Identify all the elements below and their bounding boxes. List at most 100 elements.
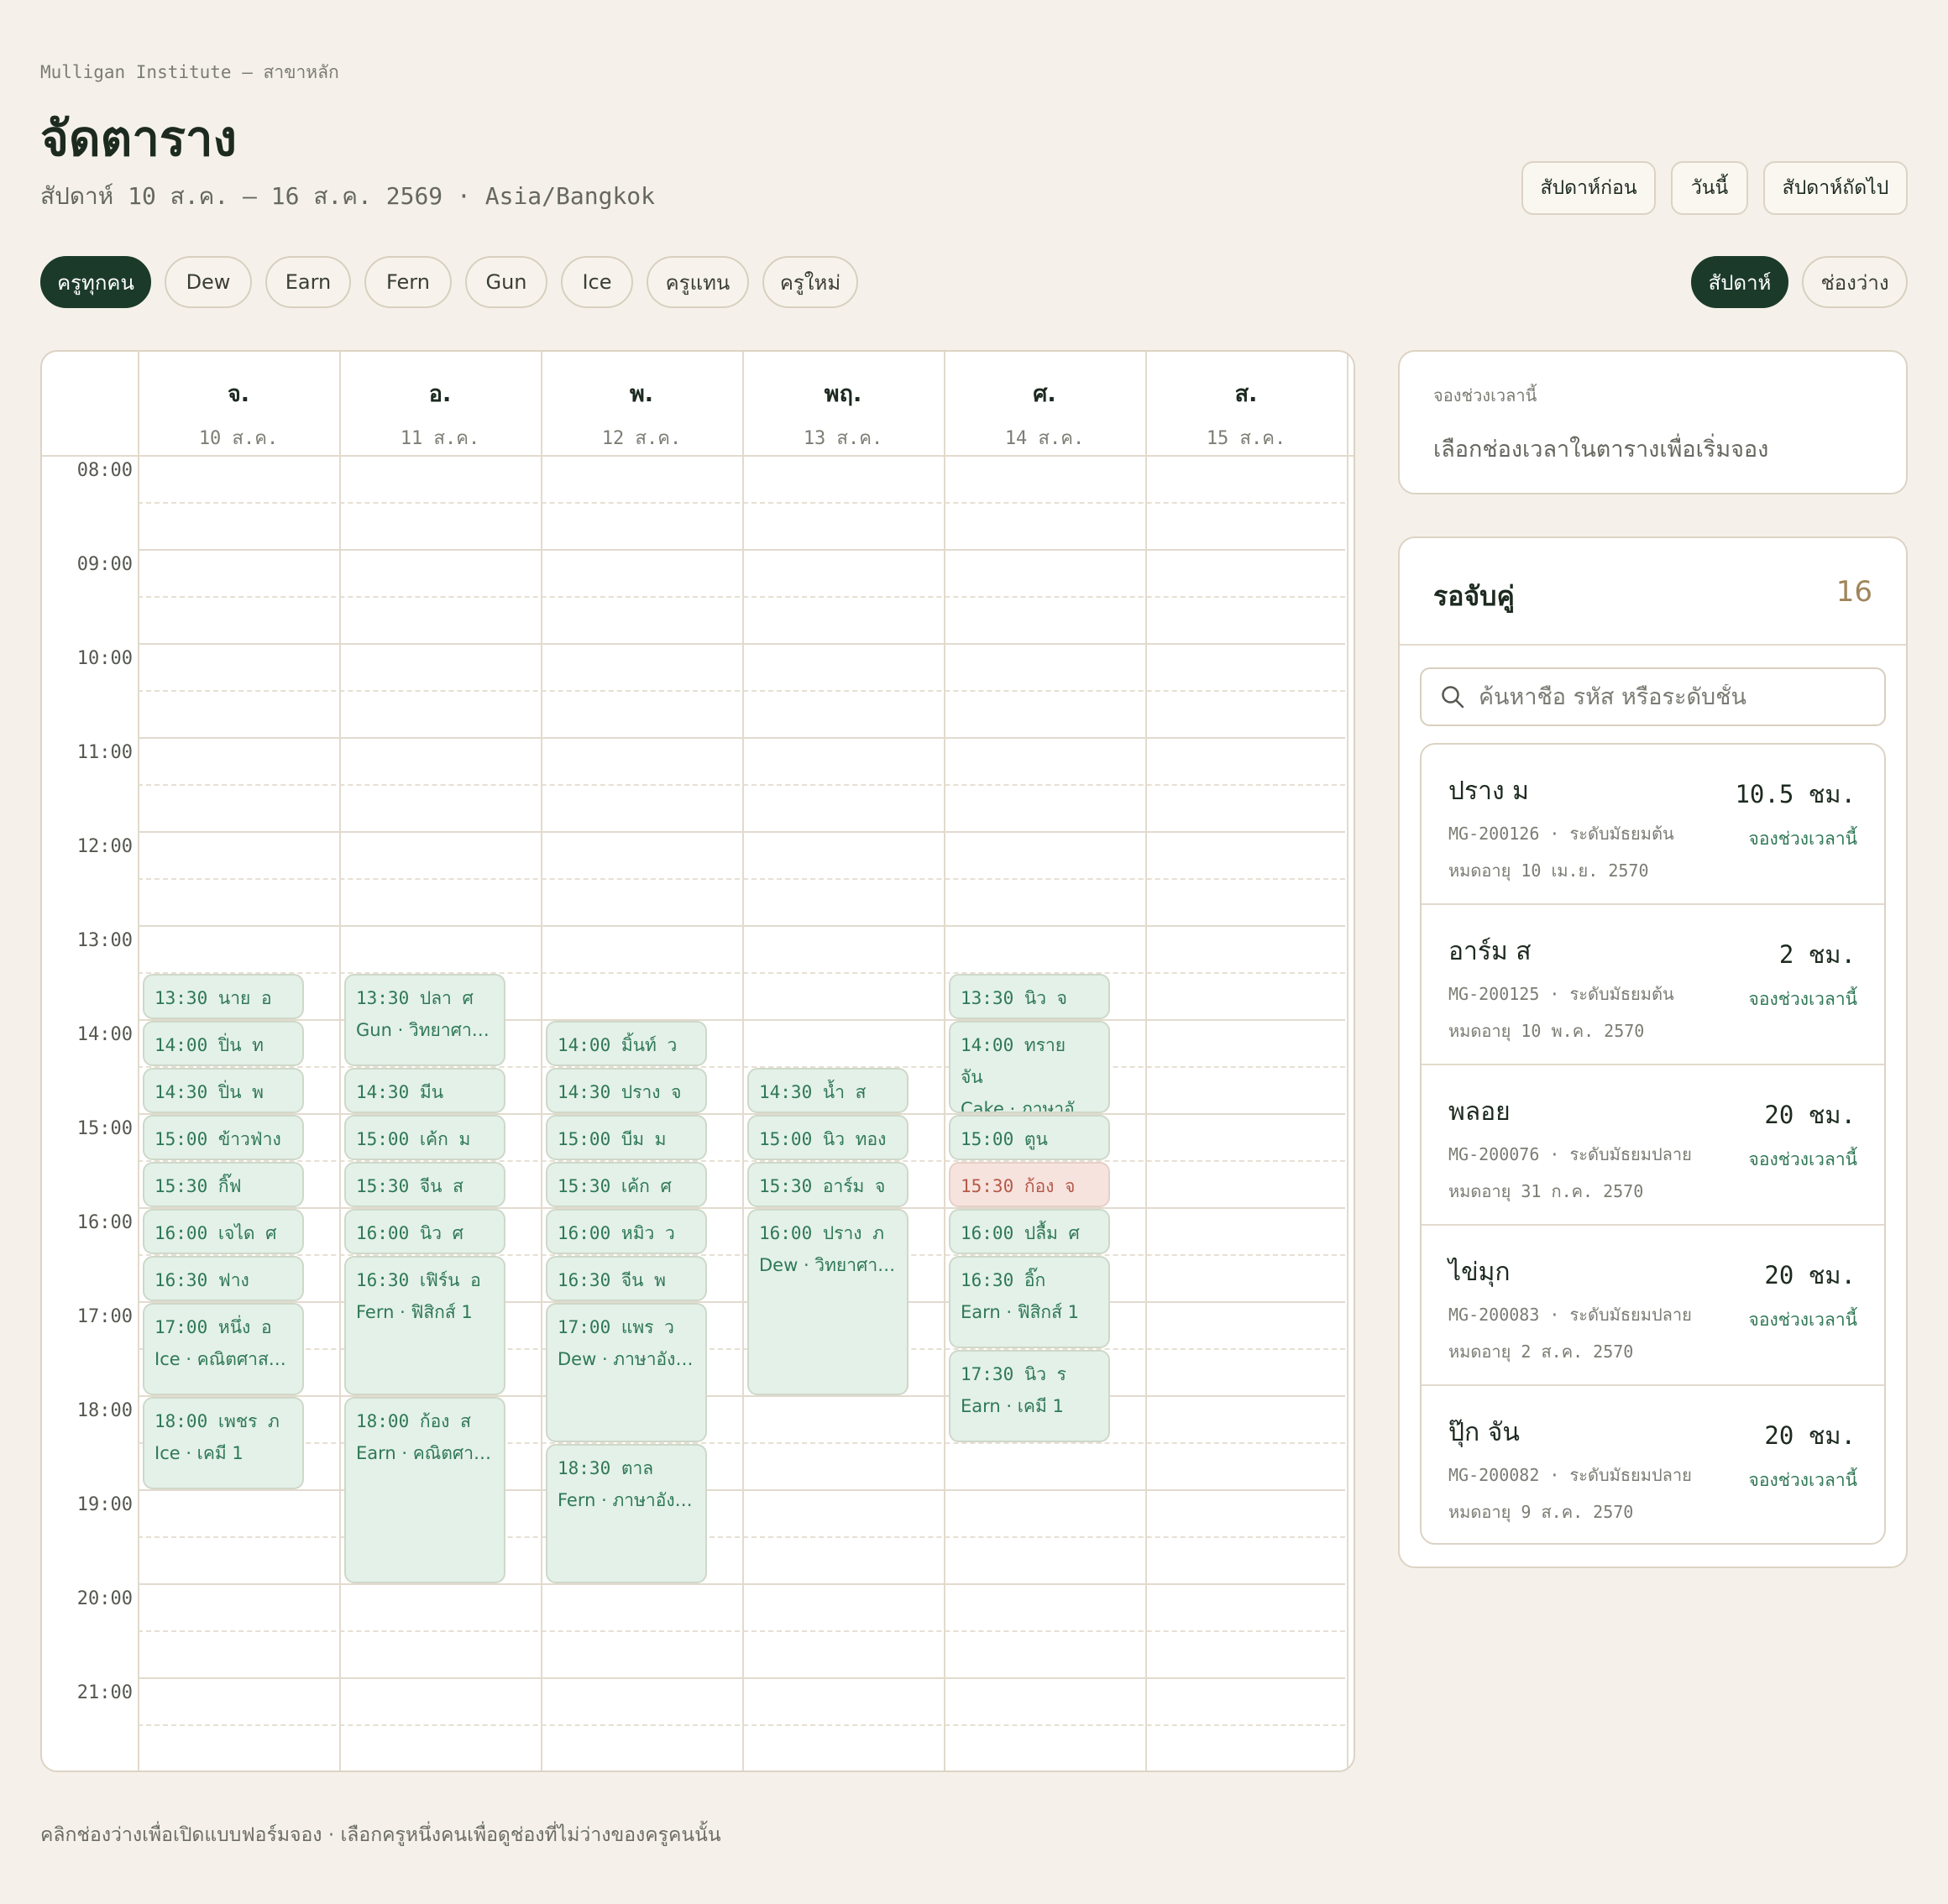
time-label: 08:00 (76, 460, 133, 481)
student-name: ไข่มุก (1448, 1258, 1511, 1287)
booking-event[interactable]: 14:00 มิ้นท์ ว (546, 1021, 707, 1066)
column-divider (944, 352, 945, 1771)
queue-search-input[interactable] (1479, 683, 1873, 710)
event-time-student: 15:00 นิว ทอง (759, 1129, 887, 1149)
filter-fern[interactable]: Fern (364, 256, 452, 308)
booking-event[interactable]: 18:00 เพชร ภ Ice · เคมี 1 (143, 1397, 304, 1489)
day-header: ศ. 14 ส.ค. (944, 352, 1145, 455)
booking-event[interactable]: 15:30 จีน ส (344, 1162, 505, 1207)
booking-event[interactable]: 14:30 น้ำ ส (747, 1068, 909, 1113)
student-name: พลอย (1448, 1097, 1511, 1127)
next-week-button[interactable]: สัปดาห์ถัดไป (1763, 161, 1908, 215)
view-free-slots-button[interactable]: ช่องว่าง (1802, 256, 1908, 308)
event-time-student: 16:00 นิว ศ (356, 1223, 463, 1243)
package-expiry: หมดอายุ 2 ส.ค. 2570 (1448, 1342, 1634, 1362)
booking-event[interactable]: 14:30 มีน (344, 1068, 505, 1113)
book-slot-link[interactable]: จองช่วงเวลานี้ (1749, 986, 1857, 1013)
grid-line (138, 1583, 1345, 1585)
view-week-button[interactable]: สัปดาห์ (1691, 256, 1788, 308)
booking-event[interactable]: 16:00 นิว ศ (344, 1209, 505, 1254)
filter-new-teacher[interactable]: ครูใหม่ (762, 256, 858, 308)
student-name: ปราง ม (1448, 777, 1529, 806)
event-teacher-subject: Fern · ภาษาอังกฤษ 1 (558, 1490, 695, 1510)
booking-event[interactable]: 16:30 เฟิร์น อ Fern · ฟิสิกส์ 1 (344, 1256, 505, 1395)
booking-event[interactable]: 17:00 แพร ว Dew · ภาษาอังกฤษ 1 (546, 1303, 707, 1442)
event-time-student: 17:00 แพร ว (558, 1317, 674, 1337)
booking-event[interactable]: 13:30 นิว จ (949, 974, 1110, 1019)
grid-line (138, 643, 1345, 645)
grid-line (138, 1771, 1345, 1772)
booking-event[interactable]: 17:00 หนึ่ง อ Ice · คณิตศาสตร์ 1 (143, 1303, 304, 1395)
event-time-student: 14:00 ปิ่น ท (154, 1035, 264, 1055)
time-label: 16:00 (76, 1212, 133, 1233)
event-time-student: 17:00 หนึ่ง อ (154, 1317, 272, 1337)
booking-event[interactable]: 14:00 ปิ่น ท (143, 1021, 304, 1066)
time-label: 21:00 (76, 1682, 133, 1703)
grid-line (138, 1536, 1345, 1538)
booking-event[interactable]: 15:00 ตูน (949, 1115, 1110, 1160)
booking-event[interactable]: 16:00 ปลื้ม ศ (949, 1209, 1110, 1254)
booking-event[interactable]: 16:00 หมิว ว (546, 1209, 707, 1254)
today-button[interactable]: วันนี้ (1671, 161, 1748, 215)
filter-earn[interactable]: Earn (265, 256, 351, 308)
booking-event[interactable]: 15:00 นิว ทอง (747, 1115, 909, 1160)
booking-event[interactable]: 14:30 ปิ่น พ (143, 1068, 304, 1113)
booking-event[interactable]: 15:30 กิ๊ฟ (143, 1162, 304, 1207)
booking-event[interactable]: 15:30 อาร์ม จ (747, 1162, 909, 1207)
filter-all-teachers[interactable]: ครูทุกคน (40, 256, 151, 308)
booking-event[interactable]: 16:30 จีน พ (546, 1256, 707, 1301)
booking-event[interactable]: 14:30 ปราง จ (546, 1068, 707, 1113)
event-time-student: 15:00 ตูน (961, 1129, 1048, 1149)
book-slot-link[interactable]: จองช่วงเวลานี้ (1749, 825, 1857, 853)
event-teacher-subject: Fern · ฟิสิกส์ 1 (356, 1302, 473, 1322)
filter-gun[interactable]: Gun (465, 256, 547, 308)
event-time-student: 16:00 หมิว ว (558, 1223, 675, 1243)
book-slot-link[interactable]: จองช่วงเวลานี้ (1749, 1467, 1857, 1494)
booking-event[interactable]: 16:00 เจได ศ (143, 1209, 304, 1254)
booking-event[interactable]: 16:30 ฟาง (143, 1256, 304, 1301)
filter-substitute[interactable]: ครูแทน (647, 256, 749, 308)
event-time-student: 13:30 นาย อ (154, 988, 272, 1008)
booking-event[interactable]: 15:00 บีม ม (546, 1115, 707, 1160)
footer-hint: คลิกช่องว่างเพื่อเปิดแบบฟอร์มจอง · เลือก… (40, 1824, 721, 1846)
queue-search[interactable] (1420, 667, 1886, 726)
queue-item[interactable]: ปุ๊ก จัน 20 ชม. MG-200082 · ระดับมัธยมปลาย… (1422, 1386, 1884, 1543)
grid-line (138, 596, 1345, 598)
grid-line (138, 690, 1345, 692)
remaining-hours: 20 ชม. (1764, 1261, 1856, 1289)
event-time-student: 18:00 เพชร ภ (154, 1411, 280, 1431)
booking-event[interactable]: 18:00 ก้อง ส Earn · คณิตศาสตร์ 1 (344, 1397, 505, 1583)
time-label: 11:00 (76, 742, 133, 763)
student-name: ปุ๊ก จัน (1448, 1418, 1520, 1447)
filter-ice[interactable]: Ice (561, 256, 633, 308)
booking-event[interactable]: 13:30 ปลา ศ Gun · วิทยาศาสตร์ 1 (344, 974, 505, 1066)
book-slot-link[interactable]: จองช่วงเวลานี้ (1749, 1146, 1857, 1174)
time-label: 13:00 (76, 930, 133, 951)
booking-event[interactable]: 16:30 อิ๊ก Earn · ฟิสิกส์ 1 (949, 1256, 1110, 1348)
time-label: 19:00 (76, 1494, 133, 1515)
day-name: พฤ. (824, 381, 862, 407)
event-time-student: 14:30 มีน (356, 1082, 444, 1102)
booking-event[interactable]: 17:30 นิว ร Earn · เคมี 1 (949, 1350, 1110, 1442)
grid-line (138, 737, 1345, 739)
grid-line (138, 1442, 1345, 1444)
prev-week-button[interactable]: สัปดาห์ก่อน (1521, 161, 1656, 215)
booking-event[interactable]: 15:00 เค้ก ม (344, 1115, 505, 1160)
event-teacher-subject: Earn · คณิตศาสตร์ 1 (356, 1443, 494, 1463)
queue-item[interactable]: ไข่มุก 20 ชม. MG-200083 · ระดับมัธยมปลาย หม… (1422, 1226, 1884, 1386)
booking-event[interactable]: 15:00 ข้าวฟ่าง (143, 1115, 304, 1160)
filter-dew[interactable]: Dew (165, 256, 252, 308)
booking-event[interactable]: 16:00 ปราง ภ Dew · วิทยาศาสตร์ 1 (747, 1209, 909, 1395)
queue-item[interactable]: ปราง ม 10.5 ชม. MG-200126 · ระดับมัธยมต้นห… (1422, 745, 1884, 905)
booking-event[interactable]: 18:30 ตาล Fern · ภาษาอังกฤษ 1 (546, 1444, 707, 1583)
booking-event[interactable]: 14:00 ทรายจัน Cake · ภาษาอังกฤษ 1 (949, 1021, 1110, 1113)
page-title: จัดตาราง (40, 110, 237, 167)
book-slot-link[interactable]: จองช่วงเวลานี้ (1749, 1306, 1857, 1334)
booking-event[interactable]: 15:30 ก้อง จ (949, 1162, 1110, 1207)
queue-item[interactable]: พลอย 20 ชม. MG-200076 · ระดับมัธยมปลาย หมดอ… (1422, 1065, 1884, 1226)
event-teacher-subject: Earn · ฟิสิกส์ 1 (961, 1302, 1079, 1322)
booking-event[interactable]: 13:30 นาย อ (143, 974, 304, 1019)
queue-item[interactable]: อาร์ม ส 2 ชม. MG-200125 · ระดับมัธยมต้น หมด… (1422, 905, 1884, 1065)
queue-title: รอจับคู่ (1433, 580, 1515, 612)
booking-event[interactable]: 15:30 เค้ก ศ (546, 1162, 707, 1207)
